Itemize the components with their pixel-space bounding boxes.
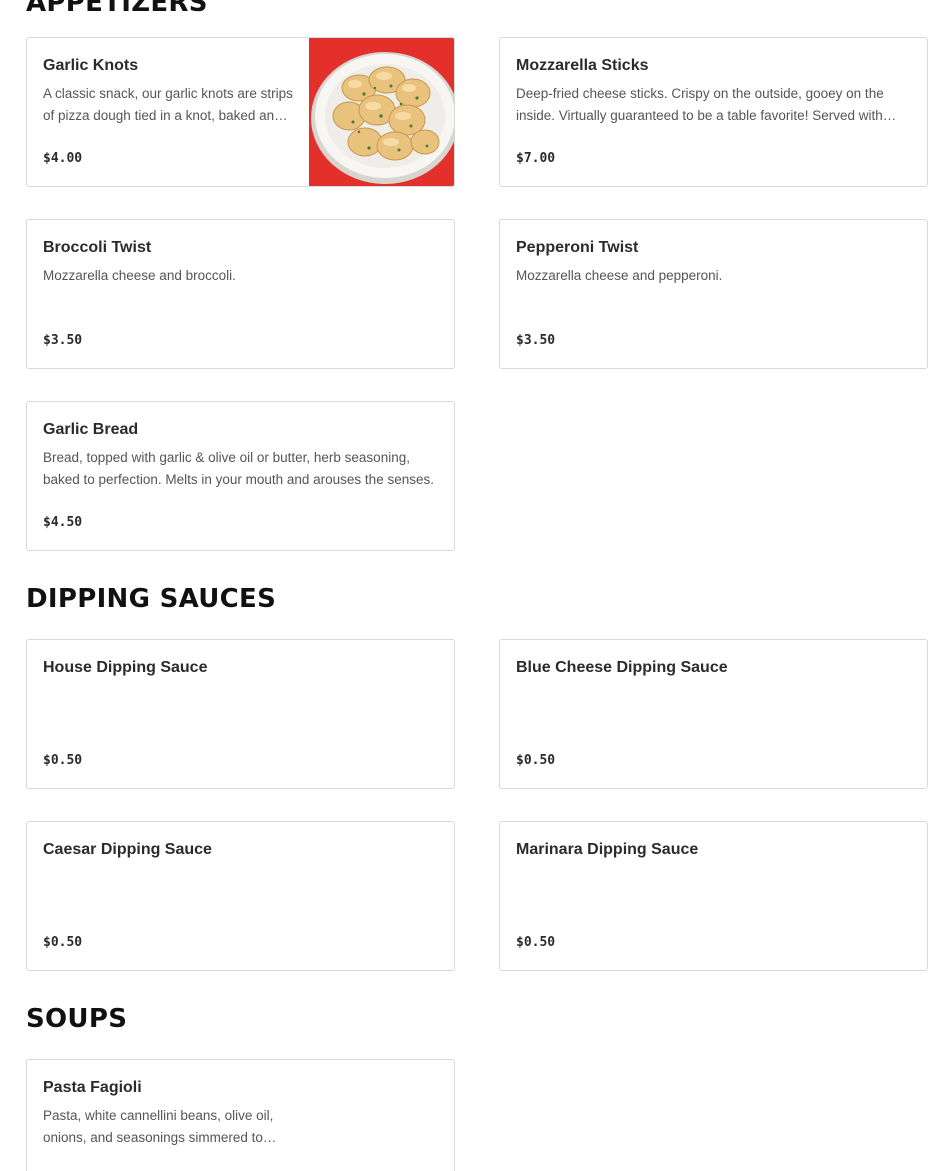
item-name: Caesar Dipping Sauce: [43, 841, 212, 858]
appetizers-heading: APPETIZERS: [26, 0, 208, 18]
item-name: Marinara Dipping Sauce: [516, 841, 699, 858]
menu-item-garlic-bread[interactable]: Garlic Bread Bread, topped with garlic &…: [26, 401, 455, 551]
menu-item-blue-cheese-dipping-sauce[interactable]: Blue Cheese Dipping Sauce $0.50: [499, 639, 928, 789]
menu-item-pasta-fagioli[interactable]: Pasta Fagioli Pasta, white cannellini be…: [26, 1059, 455, 1171]
dipping-sauces-heading: DIPPING SAUCES: [26, 584, 277, 614]
item-price: $3.50: [43, 333, 83, 348]
menu-item-broccoli-twist[interactable]: Broccoli Twist Mozzarella cheese and bro…: [26, 219, 455, 369]
menu-item-house-dipping-sauce[interactable]: House Dipping Sauce $0.50: [26, 639, 455, 789]
soups-heading: SOUPS: [26, 1004, 128, 1034]
item-price: $0.50: [516, 753, 556, 768]
item-name: Broccoli Twist: [43, 239, 152, 256]
item-price: $7.00: [516, 151, 556, 166]
item-name: House Dipping Sauce: [43, 659, 208, 676]
menu-item-marinara-dipping-sauce[interactable]: Marinara Dipping Sauce $0.50: [499, 821, 928, 971]
item-description: Mozzarella cheese and pepperoni.: [516, 268, 723, 283]
item-name: Mozzarella Sticks: [516, 57, 649, 74]
item-name: Pasta Fagioli: [43, 1079, 142, 1096]
item-price: $3.50: [516, 333, 556, 348]
item-description: Pasta, white cannellini beans, olive oil…: [43, 1108, 274, 1145]
item-description: A classic snack, our garlic knots are st…: [43, 86, 293, 123]
item-description: Deep-fried cheese sticks. Crispy on the …: [516, 86, 884, 123]
item-name: Pepperoni Twist: [516, 239, 639, 256]
item-description: Mozzarella cheese and broccoli.: [43, 268, 236, 283]
item-name: Garlic Bread: [43, 421, 139, 438]
item-price: $0.50: [516, 935, 556, 950]
item-name: Blue Cheese Dipping Sauce: [516, 659, 728, 676]
garlic-knots-photo: [309, 38, 454, 186]
menu-item-garlic-knots[interactable]: Garlic Knots A classic snack, our garlic…: [26, 37, 455, 187]
menu-page: APPETIZERS Garlic Knots A classic snack,…: [0, 0, 950, 1171]
menu-item-pepperoni-twist[interactable]: Pepperoni Twist Mozzarella cheese and pe…: [499, 219, 928, 369]
item-price: $4.00: [43, 151, 83, 166]
item-price: $0.50: [43, 753, 83, 768]
item-price: $0.50: [43, 935, 83, 950]
garlic-knots-image: [309, 38, 454, 186]
item-price: $4.50: [43, 515, 83, 530]
item-description: Bread, topped with garlic & olive oil or…: [43, 450, 434, 487]
menu-item-caesar-dipping-sauce[interactable]: Caesar Dipping Sauce $0.50: [26, 821, 455, 971]
item-name: Garlic Knots: [43, 57, 139, 74]
menu-item-mozzarella-sticks[interactable]: Mozzarella Sticks Deep-fried cheese stic…: [499, 37, 928, 187]
